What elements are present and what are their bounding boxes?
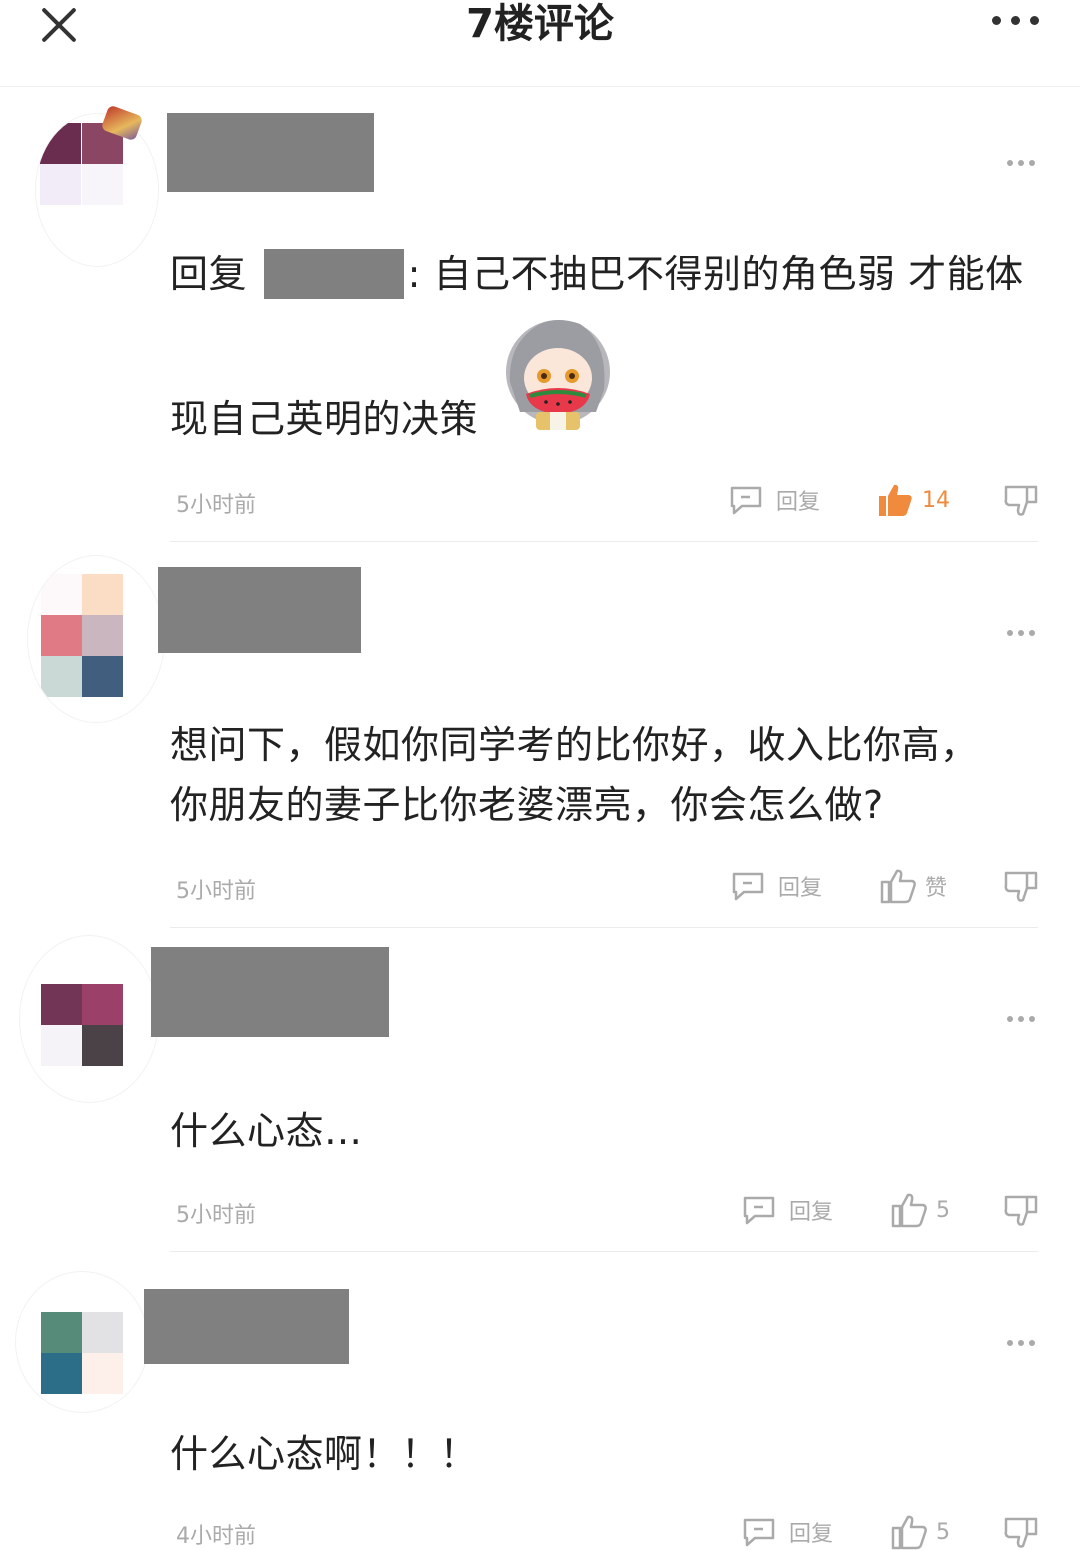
reply-icon [741,1516,777,1548]
reply-label: 回复 [789,1522,834,1547]
thumbs-down-icon [1003,1516,1039,1550]
comment-text: 什么心态啊！！！ [170,1432,479,1476]
like-count: 5 [936,1519,950,1545]
comment-time: 4小时前 [176,1524,256,1549]
comment-more-icon[interactable] [1007,1340,1035,1346]
reply-button[interactable]: 回复 [741,1516,833,1548]
like-button[interactable]: 5 [890,1514,950,1550]
avatar[interactable] [16,1272,148,1412]
comment-item: 什么心态啊！！！ 4小时前 回复 5 [0,0,1080,1550]
username-redacted[interactable] [144,1289,349,1364]
dislike-button[interactable] [1003,1516,1039,1550]
thumbs-up-icon [890,1514,928,1550]
